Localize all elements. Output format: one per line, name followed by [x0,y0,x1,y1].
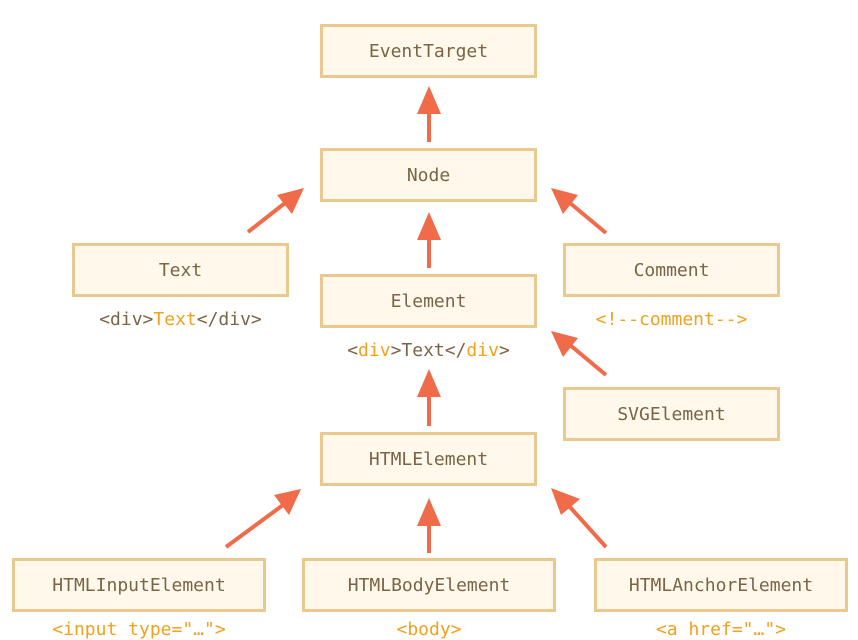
caption-part: <div> [99,309,154,330]
node-label: Node [406,164,451,186]
arrow-comment-to-node [568,201,608,235]
node-label: HTMLElement [368,448,489,470]
node-label: Text [158,259,203,281]
arrow-anchor-to-htmlelement [567,504,608,549]
node-comment: Comment [563,243,780,297]
caption-part: </div> [196,309,262,330]
caption-highlight: div [466,340,499,361]
arrowhead [417,212,441,240]
node-htmlelement: HTMLElement [320,432,537,486]
caption-highlight: div [358,340,391,361]
node-text: Text [72,243,289,297]
arrowhead [417,369,441,397]
node-label: EventTarget [368,40,489,62]
arrow-text-to-node [246,201,287,234]
arrow-svgelement-to-element [568,343,608,377]
node-htmlanchorelement: HTMLAnchorElement [594,558,848,612]
node-element: Element [320,274,537,328]
caption-comment: <!--comment--> [595,309,748,330]
node-htmlbodyelement: HTMLBodyElement [302,558,556,612]
arrowhead [277,188,304,214]
node-node: Node [320,148,537,202]
node-label: HTMLBodyElement [347,574,511,596]
node-htmlinputelement: HTMLInputElement [12,558,266,612]
node-label: HTMLInputElement [52,574,226,596]
arrowhead [551,331,578,357]
arrowhead [551,188,578,214]
node-eventtarget: EventTarget [320,24,537,78]
caption-htmlinputelement: <input type="…"> [52,619,226,640]
caption-part: >Text</ [390,340,467,361]
node-label: Element [390,290,467,312]
caption-highlight: Text [153,309,197,330]
node-svgelement: SVGElement [563,387,780,441]
arrow-input-to-htmlelement [224,503,285,549]
caption-htmlbodyelement: <body> [396,619,462,640]
caption-part: < [347,340,359,361]
arrowhead [417,498,441,526]
arrowhead [417,86,441,114]
caption-part: > [498,340,510,361]
caption-element: <div>Text</div> [320,340,537,361]
node-label: Comment [633,259,710,281]
node-label: SVGElement [617,403,726,425]
node-label: HTMLAnchorElement [628,574,814,596]
caption-text: <div>Text</div> [72,309,289,330]
caption-htmlanchorelement: <a href="…"> [655,619,787,640]
